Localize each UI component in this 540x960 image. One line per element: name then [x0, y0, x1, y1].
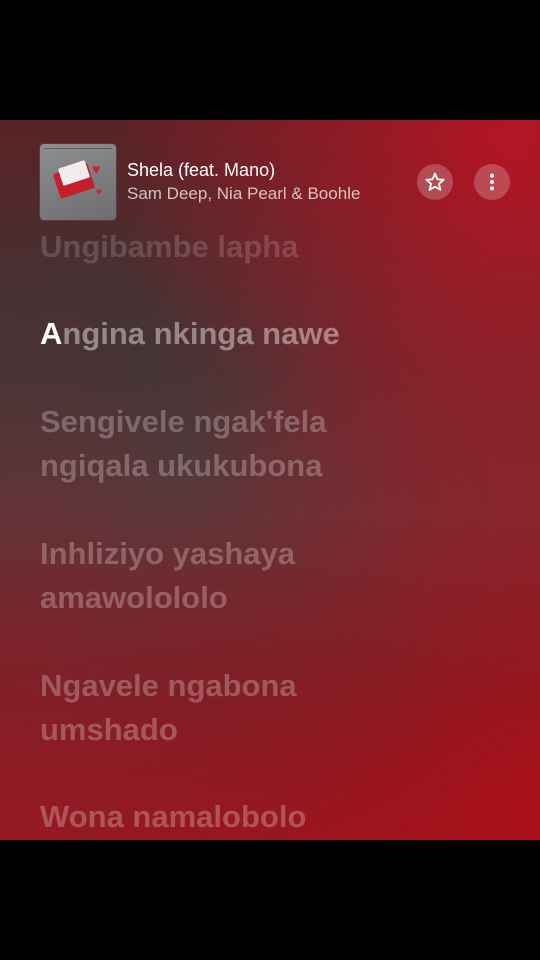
- more-vertical-icon: [489, 173, 495, 191]
- favorite-button[interactable]: [417, 164, 453, 200]
- lyric-current-rest: ngina nkinga nawe: [62, 316, 340, 351]
- lyric-line[interactable]: Wona namalobolo: [40, 795, 306, 839]
- track-info[interactable]: Shela (feat. Mano) Sam Deep, Nia Pearl &…: [127, 159, 409, 205]
- lyric-line-previous[interactable]: Ungibambe lapha: [40, 225, 298, 269]
- now-playing-header: ♥ ♥ Shela (feat. Mano) Sam Deep, Nia Pea…: [40, 144, 510, 220]
- heart-icon: ♥: [96, 187, 102, 198]
- lyric-line[interactable]: Ngavele ngabona umshado: [40, 664, 297, 752]
- track-title: Shela (feat. Mano): [127, 160, 276, 180]
- heart-icon: ♥: [92, 161, 101, 177]
- track-artist: Sam Deep, Nia Pearl & Boohle: [127, 184, 361, 203]
- album-art-border: [44, 148, 112, 152]
- lyric-current-highlight: A: [40, 316, 63, 351]
- star-icon: [425, 172, 445, 191]
- more-options-button[interactable]: [474, 164, 510, 200]
- lyrics-screen: Ungibambe lapha Angina nkinga nawe Sengi…: [0, 120, 540, 840]
- album-art[interactable]: ♥ ♥: [40, 144, 116, 220]
- lyric-line[interactable]: Inhliziyo yashaya amawolololo: [40, 532, 295, 620]
- lyric-line-current[interactable]: Angina nkinga nawe: [40, 312, 340, 356]
- lyric-line[interactable]: Sengivele ngak'fela ngiqala ukukubona: [40, 400, 327, 488]
